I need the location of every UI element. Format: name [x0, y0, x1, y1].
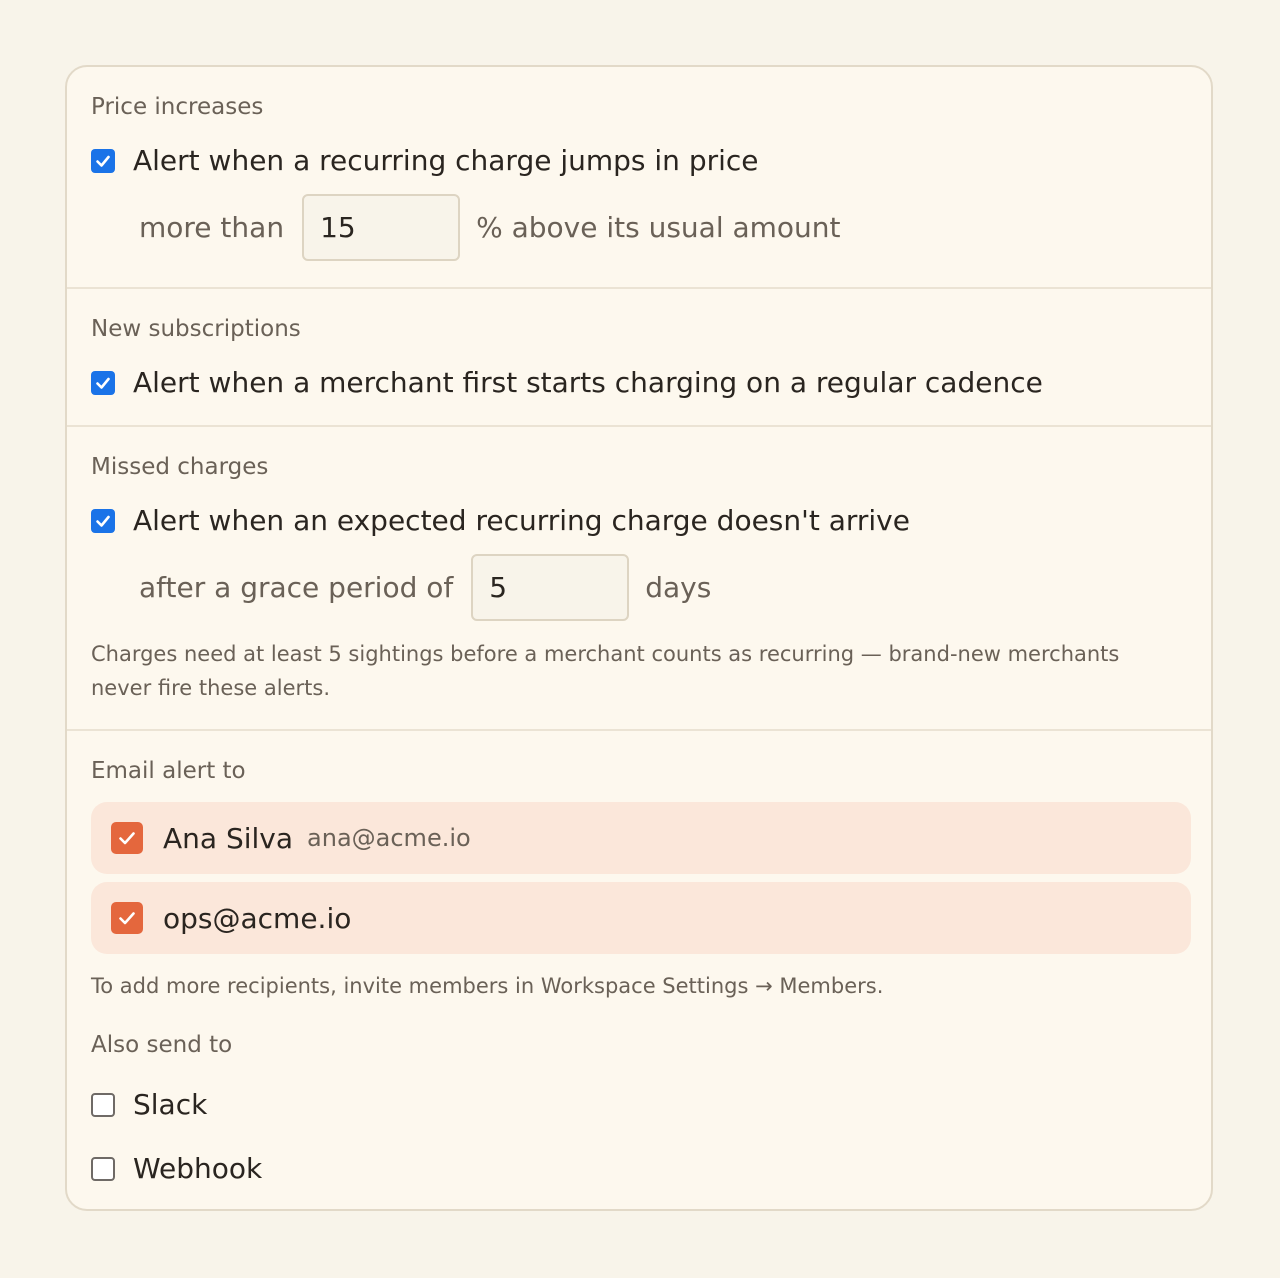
missed-charges-title: Missed charges: [91, 454, 269, 480]
checkmark-icon: [119, 912, 135, 925]
webhook-label: Webhook: [133, 1152, 263, 1185]
email-alert-help-text: To add more recipients, invite members i…: [91, 974, 884, 998]
price-threshold-suffix: % above its usual amount: [476, 210, 841, 244]
grace-period-input[interactable]: [471, 554, 630, 621]
new-subscription-checkbox-label: Alert when a merchant first starts charg…: [133, 366, 1043, 399]
slack-option-row[interactable]: Slack: [91, 1091, 207, 1119]
price-threshold-row: more than % above its usual amount: [139, 194, 841, 261]
section-divider: [67, 287, 1211, 289]
price-increase-alert-checkbox-row[interactable]: Alert when a recurring charge jumps in p…: [91, 147, 759, 175]
grace-period-suffix: days: [645, 570, 712, 604]
price-increase-checkbox[interactable]: [91, 149, 115, 173]
price-increases-title: Price increases: [91, 94, 264, 120]
webhook-option-row[interactable]: Webhook: [91, 1155, 262, 1183]
checkmark-icon: [96, 515, 110, 527]
slack-label: Slack: [133, 1088, 208, 1121]
recipient-name: Ana Silva: [163, 821, 294, 855]
grace-period-prefix: after a grace period of: [139, 570, 454, 604]
price-threshold-input[interactable]: [302, 194, 461, 261]
checkmark-icon: [96, 155, 110, 167]
missed-charge-checkbox[interactable]: [91, 509, 115, 533]
new-subscriptions-title: New subscriptions: [91, 316, 301, 342]
checkmark-icon: [119, 832, 135, 845]
section-divider: [67, 729, 1211, 731]
new-subscription-checkbox[interactable]: [91, 371, 115, 395]
price-threshold-prefix: more than: [139, 210, 285, 244]
also-send-title: Also send to: [91, 1032, 233, 1058]
missed-charge-alert-checkbox-row[interactable]: Alert when an expected recurring charge …: [91, 507, 910, 535]
grace-period-row: after a grace period of days: [139, 554, 711, 621]
checkmark-icon: [96, 377, 110, 389]
webhook-checkbox[interactable]: [91, 1157, 115, 1181]
slack-checkbox[interactable]: [91, 1093, 115, 1117]
email-alert-title: Email alert to: [91, 758, 246, 784]
section-divider: [67, 425, 1211, 427]
recipient-row[interactable]: ops@acme.io: [91, 882, 1191, 954]
recipient-checkbox[interactable]: [111, 822, 143, 854]
recipient-email: ana@acme.io: [307, 824, 471, 852]
recipient-name: ops@acme.io: [163, 901, 352, 935]
recipient-checkbox[interactable]: [111, 902, 143, 934]
price-increase-checkbox-label: Alert when a recurring charge jumps in p…: [133, 144, 759, 177]
recipient-row[interactable]: Ana Silva ana@acme.io: [91, 802, 1191, 874]
alert-settings-card: Price increases Alert when a recurring c…: [65, 65, 1213, 1211]
new-subscription-alert-checkbox-row[interactable]: Alert when a merchant first starts charg…: [91, 369, 1043, 397]
missed-charge-checkbox-label: Alert when an expected recurring charge …: [133, 504, 910, 537]
missed-charges-help-text: Charges need at least 5 sightings before…: [91, 642, 1120, 700]
